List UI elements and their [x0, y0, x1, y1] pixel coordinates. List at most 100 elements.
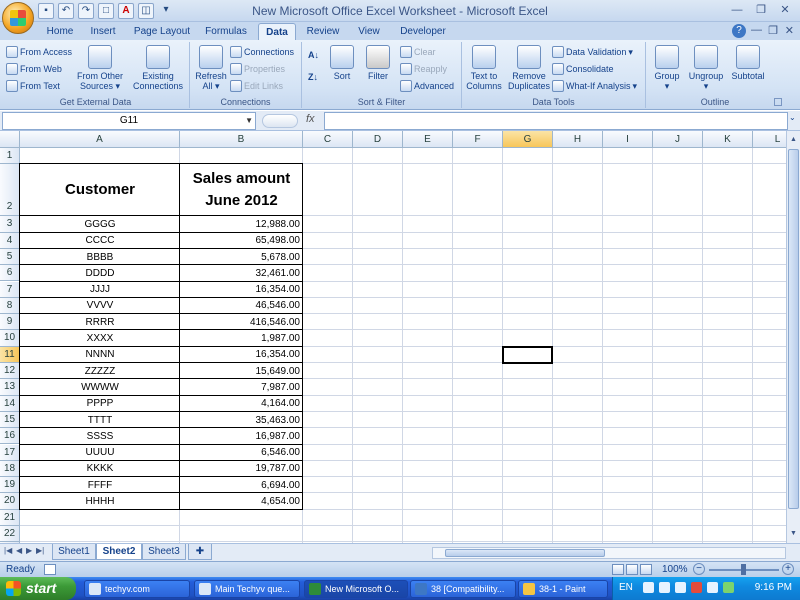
customer-cell[interactable]: SSSS — [20, 428, 180, 444]
sales-amount-cell[interactable]: 4,164.00 — [180, 396, 303, 412]
row-header-14[interactable]: 14 — [0, 395, 20, 412]
tab-data[interactable]: Data — [258, 23, 296, 40]
row-header-19[interactable]: 19 — [0, 477, 20, 494]
horizontal-scroll-thumb[interactable] — [445, 549, 605, 557]
header-customer-cell[interactable]: Customer — [20, 164, 180, 216]
language-indicator[interactable]: EN — [619, 582, 633, 593]
reapply-button[interactable]: Reapply — [400, 63, 447, 75]
from-other-sources-button[interactable]: From Other Sources ▾ — [74, 45, 126, 91]
active-cell-selection[interactable] — [502, 345, 553, 364]
customer-cell[interactable]: JJJJ — [20, 282, 180, 298]
data-validation-button[interactable]: Data Validation ▾ — [552, 46, 633, 58]
edit-links-button[interactable]: Edit Links — [230, 80, 283, 92]
customer-cell[interactable]: WWWW — [20, 379, 180, 395]
zoom-out-icon[interactable]: − — [693, 563, 705, 575]
help-tray-icon[interactable] — [643, 582, 654, 593]
prev-sheet-icon[interactable]: ◀ — [16, 546, 22, 555]
properties-button[interactable]: Properties — [230, 63, 285, 75]
outline-dialog-launcher-icon[interactable] — [774, 98, 782, 106]
start-button[interactable]: start — [0, 577, 76, 600]
consolidate-button[interactable]: Consolidate — [552, 63, 614, 75]
customer-cell[interactable]: NNNN — [20, 347, 180, 363]
tab-developer[interactable]: Developer — [394, 23, 452, 40]
customer-cell[interactable]: XXXX — [20, 330, 180, 346]
sales-amount-cell[interactable]: 15,649.00 — [180, 363, 303, 379]
from-text-button[interactable]: From Text — [6, 80, 60, 92]
refresh-all-button[interactable]: Refresh All ▾ — [192, 45, 230, 91]
workbook-close-icon[interactable]: ✕ — [785, 24, 794, 37]
from-web-button[interactable]: From Web — [6, 63, 62, 75]
normal-view-icon[interactable] — [612, 564, 624, 575]
row-header-3[interactable]: 3 — [0, 216, 20, 233]
sales-amount-cell[interactable]: 6,694.00 — [180, 477, 303, 493]
filter-button[interactable]: Filter — [362, 45, 394, 81]
last-sheet-icon[interactable]: ▶| — [36, 546, 44, 555]
scroll-down-icon[interactable]: ▼ — [788, 527, 799, 541]
task-compatibility[interactable]: 38 [Compatibility... — [410, 580, 516, 598]
advanced-button[interactable]: Advanced — [400, 80, 454, 92]
customer-cell[interactable]: BBBB — [20, 249, 180, 265]
sheet-tab-sheet3[interactable]: Sheet3 — [142, 544, 186, 560]
vertical-scrollbar[interactable]: ▲ ▼ — [786, 131, 800, 543]
maximize-icon[interactable]: ❐ — [750, 2, 772, 19]
from-access-button[interactable]: From Access — [6, 46, 72, 58]
column-header-b[interactable]: B — [180, 131, 303, 148]
network-icon[interactable] — [675, 582, 686, 593]
sales-amount-cell[interactable]: 1,987.00 — [180, 330, 303, 346]
customer-cell[interactable]: ZZZZZ — [20, 363, 180, 379]
row-header-8[interactable]: 8 — [0, 297, 20, 315]
row-header-5[interactable]: 5 — [0, 248, 20, 266]
macro-record-icon[interactable] — [44, 564, 56, 575]
workbook-restore-icon[interactable]: ❐ — [768, 24, 778, 37]
sales-amount-cell[interactable]: 4,654.00 — [180, 493, 303, 509]
row-header-9[interactable]: 9 — [0, 314, 20, 331]
customer-cell[interactable]: HHHH — [20, 493, 180, 509]
column-header-j[interactable]: J — [653, 131, 703, 148]
close-icon[interactable]: ✕ — [774, 2, 796, 19]
zoom-slider-knob[interactable] — [741, 564, 746, 575]
text-to-columns-button[interactable]: Text to Columns — [464, 45, 504, 91]
sales-amount-cell[interactable]: 35,463.00 — [180, 412, 303, 428]
insert-sheet-icon[interactable]: ✚ — [188, 544, 212, 560]
sales-amount-cell[interactable]: 16,987.00 — [180, 428, 303, 444]
task-main-techyv[interactable]: Main Techyv que... — [194, 580, 300, 598]
page-layout-view-icon[interactable] — [626, 564, 638, 575]
sales-amount-cell[interactable]: 19,787.00 — [180, 461, 303, 477]
task-excel[interactable]: New Microsoft O... — [304, 580, 408, 598]
row-header-11[interactable]: 11 — [0, 346, 20, 363]
row-header-20[interactable]: 20 — [0, 493, 20, 510]
sales-amount-cell[interactable]: 16,354.00 — [180, 282, 303, 298]
customer-cell[interactable]: FFFF — [20, 477, 180, 493]
column-header-i[interactable]: I — [603, 131, 653, 148]
expand-formula-bar-icon[interactable]: ⌄ — [789, 113, 799, 129]
row-header-12[interactable]: 12 — [0, 363, 20, 380]
row-header-17[interactable]: 17 — [0, 444, 20, 461]
name-box-dropdown-icon[interactable]: ▼ — [245, 113, 253, 129]
scroll-up-icon[interactable]: ▲ — [788, 133, 799, 147]
sales-amount-cell[interactable]: 5,678.00 — [180, 249, 303, 265]
column-header-a[interactable]: A — [20, 131, 180, 148]
tab-insert[interactable]: Insert — [84, 23, 122, 40]
customer-cell[interactable]: UUUU — [20, 445, 180, 461]
connections-button[interactable]: Connections — [230, 46, 294, 58]
row-header-15[interactable]: 15 — [0, 411, 20, 429]
sales-amount-cell[interactable]: 6,546.00 — [180, 445, 303, 461]
column-header-d[interactable]: D — [353, 131, 403, 148]
office-button[interactable] — [2, 2, 34, 34]
row-header-16[interactable]: 16 — [0, 428, 20, 445]
zoom-in-icon[interactable]: + — [782, 563, 794, 575]
workbook-minimize-icon[interactable]: — — [751, 24, 762, 36]
tab-review[interactable]: Review — [302, 23, 344, 40]
minimize-icon[interactable]: — — [726, 2, 748, 19]
row-header-22[interactable]: 22 — [0, 526, 20, 543]
tab-view[interactable]: View — [352, 23, 386, 40]
tab-page-layout[interactable]: Page Layout — [128, 23, 196, 40]
task-techyv[interactable]: techyv.com — [84, 580, 190, 598]
volume-icon[interactable] — [659, 582, 670, 593]
next-sheet-icon[interactable]: ▶ — [26, 546, 32, 555]
column-header-f[interactable]: F — [453, 131, 503, 148]
customer-cell[interactable]: CCCC — [20, 233, 180, 249]
sales-amount-cell[interactable]: 416,546.00 — [180, 314, 303, 330]
customer-cell[interactable]: RRRR — [20, 314, 180, 330]
customer-cell[interactable]: VVVV — [20, 298, 180, 314]
